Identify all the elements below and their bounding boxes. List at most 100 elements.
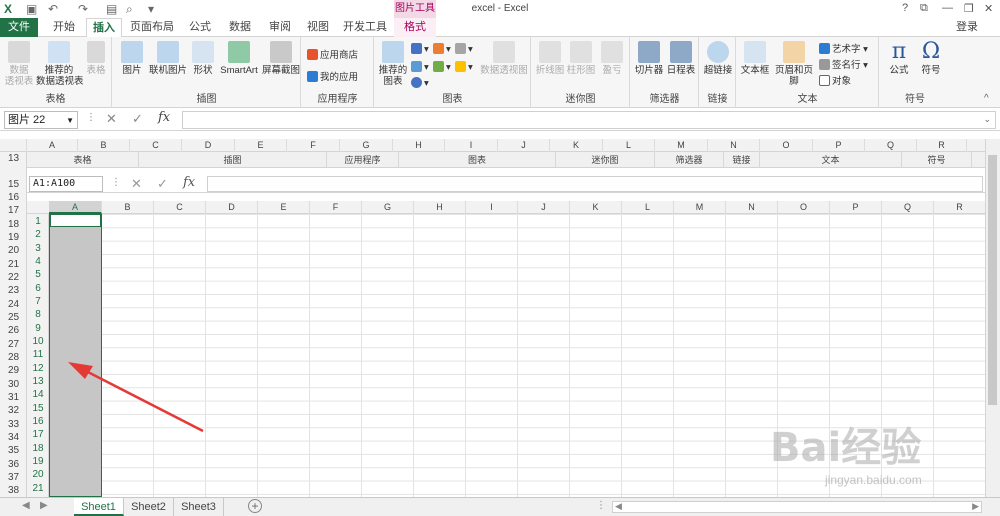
prev-sheet-icon[interactable]: ◀ — [22, 500, 30, 511]
restore-icon[interactable]: ❐ — [964, 2, 974, 15]
pie-chart-button[interactable]: ▾ — [411, 77, 429, 89]
outer-column-header[interactable]: L — [603, 139, 655, 152]
shapes-button[interactable]: 形状 — [189, 41, 217, 76]
expand-formula-icon[interactable]: ⌄ — [983, 114, 991, 125]
scatter-chart-button[interactable]: ▾ — [455, 43, 473, 55]
customize-toolbar-icon[interactable]: ▾ — [148, 2, 154, 16]
pivot-chart-button[interactable]: 数据透视图 — [479, 41, 529, 76]
outer-row-header[interactable]: 22 — [0, 271, 27, 284]
outer-row-header[interactable]: 26 — [0, 324, 27, 337]
outer-row-header[interactable]: 19 — [0, 231, 27, 244]
sparkline-winloss-button[interactable]: 盈亏 — [598, 41, 626, 76]
outer-column-header[interactable]: A — [27, 139, 78, 152]
recommended-charts-button[interactable]: 推荐的 图表 — [378, 41, 408, 87]
collapse-ribbon-icon[interactable]: ^ — [984, 93, 989, 104]
tab-split-icon[interactable]: ⋮ — [596, 500, 606, 511]
add-sheet-icon[interactable]: + — [248, 499, 262, 513]
online-pictures-button[interactable]: 联机图片 — [147, 41, 189, 76]
outer-row-header[interactable]: 21 — [0, 258, 27, 271]
other-chart-button[interactable]: ▾ — [455, 61, 473, 73]
outer-column-header[interactable]: O — [760, 139, 813, 152]
outer-column-header[interactable]: G — [340, 139, 393, 152]
next-sheet-icon[interactable]: ▶ — [40, 500, 48, 511]
wordart-button[interactable]: 艺术字 ▾ — [819, 41, 868, 55]
outer-column-header[interactable]: J — [498, 139, 550, 152]
outer-row-header[interactable]: 34 — [0, 431, 27, 444]
outer-row-header[interactable]: 18 — [0, 218, 27, 231]
select-all-corner[interactable] — [0, 139, 27, 152]
tab-insert[interactable]: 插入 — [86, 18, 122, 38]
tab-view[interactable]: 视图 — [300, 18, 336, 37]
outer-row-header[interactable]: 36 — [0, 458, 27, 471]
table-button[interactable]: 表格 — [84, 41, 108, 76]
outer-column-header[interactable]: K — [550, 139, 603, 152]
horizontal-scrollbar[interactable]: ◀ ▶ — [612, 501, 982, 513]
bar-chart-button[interactable]: ▾ — [433, 43, 451, 55]
outer-column-header[interactable]: F — [287, 139, 340, 152]
sheet-tab-1[interactable]: Sheet1 — [74, 498, 124, 516]
recommended-pivot-button[interactable]: 推荐的 数据透视表 — [36, 41, 84, 87]
help-icon[interactable]: ? — [902, 2, 908, 14]
sparkline-line-button[interactable]: 折线图 — [535, 41, 565, 76]
outer-row-header[interactable]: 25 — [0, 311, 27, 324]
outer-row-header[interactable]: 38 — [0, 484, 27, 497]
outer-column-header[interactable]: D — [182, 139, 235, 152]
outer-row-header[interactable]: 30 — [0, 378, 27, 391]
print-preview-icon[interactable]: ⌕ — [126, 2, 133, 17]
outer-column-header[interactable]: R — [917, 139, 967, 152]
outer-row-header[interactable]: 32 — [0, 404, 27, 417]
timeline-button[interactable]: 日程表 — [665, 41, 697, 76]
outer-row-header[interactable]: 31 — [0, 391, 27, 404]
tab-developer[interactable]: 开发工具 — [340, 18, 390, 37]
sparkline-column-button[interactable]: 柱形图 — [566, 41, 596, 76]
scroll-left-icon[interactable]: ◀ — [615, 501, 622, 512]
insert-function-icon[interactable]: fx — [158, 110, 170, 125]
scroll-right-icon[interactable]: ▶ — [972, 501, 979, 512]
tab-formulas[interactable]: 公式 — [182, 18, 218, 37]
outer-row-header[interactable]: 33 — [0, 418, 27, 431]
outer-column-header[interactable]: N — [708, 139, 760, 152]
pivot-table-button[interactable]: 数据 透视表 — [2, 41, 36, 87]
outer-column-header[interactable]: I — [445, 139, 498, 152]
ribbon-display-icon[interactable]: ⧉ — [920, 2, 928, 15]
outer-row-header[interactable]: 16 — [0, 191, 27, 204]
cancel-icon[interactable]: ✕ — [106, 111, 117, 127]
line-chart-button[interactable]: ▾ — [411, 61, 429, 73]
outer-column-header[interactable]: E — [235, 139, 287, 152]
outer-row-header[interactable]: 13 — [0, 152, 27, 165]
vertical-scroll-thumb[interactable] — [988, 155, 997, 405]
hyperlink-button[interactable]: 超链接 — [702, 41, 734, 76]
tab-format[interactable]: 格式 — [394, 18, 436, 37]
header-footer-button[interactable]: 页眉和页脚 — [771, 41, 817, 87]
sheet-tab-3[interactable]: Sheet3 — [174, 498, 224, 516]
slicer-button[interactable]: 切片器 — [633, 41, 665, 76]
formula-input[interactable]: ⌄ — [182, 111, 996, 129]
minimize-icon[interactable]: — — [942, 2, 953, 14]
column-chart-button[interactable]: ▾ — [411, 43, 429, 55]
paste-icon[interactable]: ▤ — [106, 2, 117, 16]
outer-row-header[interactable]: 28 — [0, 351, 27, 364]
outer-column-header[interactable]: M — [655, 139, 708, 152]
outer-row-header[interactable]: 35 — [0, 444, 27, 457]
outer-column-header[interactable]: C — [130, 139, 182, 152]
tab-data[interactable]: 数据 — [222, 18, 258, 37]
outer-row-header[interactable]: 24 — [0, 298, 27, 311]
outer-column-header[interactable]: P — [813, 139, 865, 152]
outer-column-header[interactable]: B — [78, 139, 130, 152]
tab-page-layout[interactable]: 页面布局 — [126, 18, 178, 37]
outer-row-header[interactable]: 37 — [0, 471, 27, 484]
outer-row-header[interactable]: 29 — [0, 364, 27, 377]
equation-button[interactable]: π 公式 — [884, 39, 914, 76]
outer-row-header[interactable]: 15 — [0, 178, 27, 191]
smartart-button[interactable]: SmartArt — [217, 41, 261, 76]
name-box[interactable]: 图片 22 ▼ — [4, 111, 78, 129]
outer-row-header[interactable]: 23 — [0, 284, 27, 297]
outer-row-header[interactable]: 20 — [0, 244, 27, 257]
area-chart-button[interactable]: ▾ — [433, 61, 451, 73]
textbox-button[interactable]: 文本框 — [739, 41, 771, 76]
sheet-tab-2[interactable]: Sheet2 — [124, 498, 174, 516]
active-cell[interactable] — [50, 214, 101, 227]
outer-column-header[interactable]: Q — [865, 139, 917, 152]
screenshot-button[interactable]: 屏幕截图 — [261, 41, 301, 76]
tab-home[interactable]: 开始 — [46, 18, 82, 37]
